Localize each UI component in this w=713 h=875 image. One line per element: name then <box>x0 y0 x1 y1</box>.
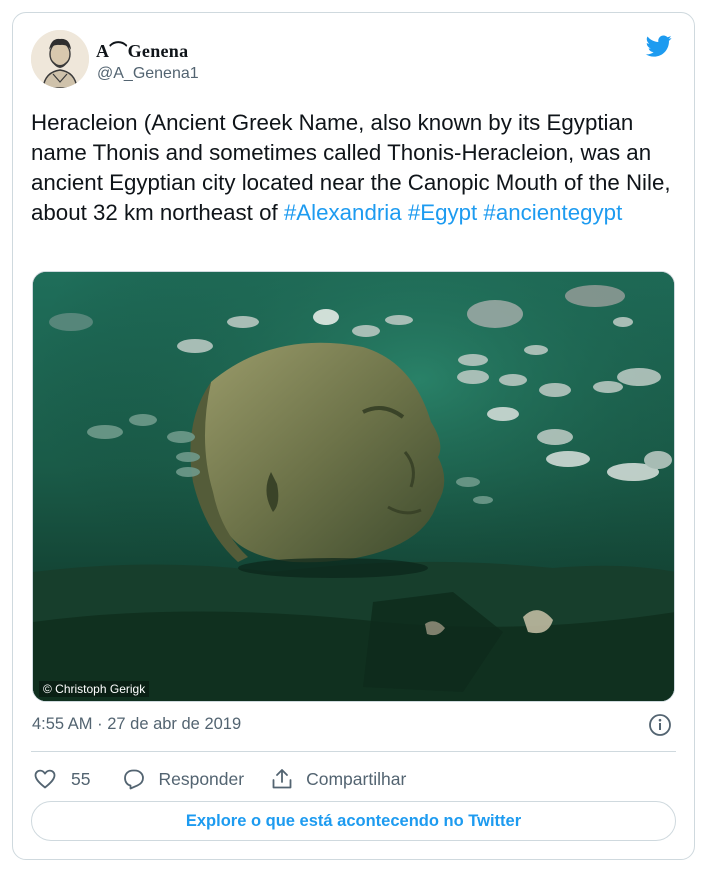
author-handle[interactable]: @A_Genena1 <box>97 65 199 83</box>
photo-credit: © Christoph Gerigk <box>39 681 150 697</box>
like-button[interactable]: 55 <box>33 767 122 791</box>
twitter-bird-icon[interactable] <box>644 33 674 59</box>
share-label: Compartilhar <box>306 768 407 789</box>
explore-button[interactable]: Explore o que está acontecendo no Twitte… <box>31 801 676 841</box>
divider <box>31 751 676 752</box>
author-name[interactable]: A⌒Genena <box>96 37 188 63</box>
tweet-photo[interactable]: © Christoph Gerigk <box>32 271 675 702</box>
avatar[interactable] <box>31 30 89 88</box>
heart-icon <box>34 769 56 789</box>
tweet-text: Heracleion (Ancient Greek Name, also kno… <box>31 108 671 228</box>
share-button[interactable]: Compartilhar <box>270 767 406 791</box>
share-icon <box>272 769 292 789</box>
like-count: 55 <box>71 768 91 789</box>
reply-icon <box>124 769 145 790</box>
tweet-hashtags[interactable]: #Alexandria #Egypt #ancientegypt <box>284 200 622 225</box>
tweet-actions: 55 Responder Compartilhar <box>33 765 406 793</box>
reply-button[interactable]: Responder <box>122 767 270 791</box>
tweet-card: A⌒Genena @A_Genena1 Heracleion (Ancient … <box>12 12 695 860</box>
tweet-timestamp[interactable]: 4:55 AM · 27 de abr de 2019 <box>32 715 241 734</box>
reply-label: Responder <box>158 768 245 789</box>
info-icon[interactable] <box>648 713 672 737</box>
